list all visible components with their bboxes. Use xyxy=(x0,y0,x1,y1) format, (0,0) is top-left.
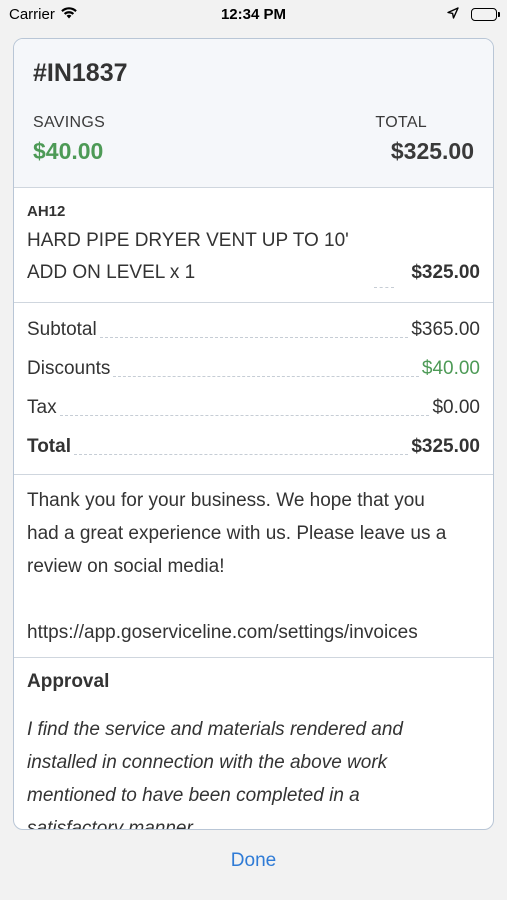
discounts-label: Discounts xyxy=(27,358,111,379)
invoice-settings-link[interactable]: https://app.goserviceline.com/settings/i… xyxy=(27,616,480,649)
dotted-leader xyxy=(73,454,409,455)
line-item-amount: $325.00 xyxy=(411,262,480,283)
location-arrow-icon xyxy=(447,6,459,23)
divider xyxy=(14,474,493,475)
clock: 12:34 PM xyxy=(220,6,287,23)
battery-icon xyxy=(471,8,500,21)
invoice-card: #IN1837 SAVINGS $40.00 TOTAL $325.00 AH1… xyxy=(13,38,494,830)
approval-line: mentioned to have been completed in a xyxy=(27,785,360,806)
tax-value: $0.00 xyxy=(432,397,480,418)
savings-value: $40.00 xyxy=(33,138,104,164)
line-item-leader xyxy=(374,287,394,288)
approval-line: I find the service and materials rendere… xyxy=(27,719,403,740)
line-item-description: HARD PIPE DRYER VENT UP TO 10' xyxy=(27,230,349,251)
summary-total-value: $325.00 xyxy=(411,436,480,457)
message-line: review on social media! xyxy=(27,556,225,577)
total-value: $325.00 xyxy=(390,138,474,164)
invoice-number: #IN1837 xyxy=(33,59,128,87)
subtotal-label: Subtotal xyxy=(27,319,97,340)
done-button[interactable]: Done xyxy=(0,850,507,872)
dotted-leader xyxy=(99,337,409,338)
thank-you-message: Thank you for your business. We hope tha… xyxy=(27,484,480,649)
approval-title: Approval xyxy=(27,671,110,692)
divider xyxy=(14,657,493,658)
message-line: had a great experience with us. Please l… xyxy=(27,523,447,544)
tax-label: Tax xyxy=(27,397,57,418)
discounts-row: Discounts $40.00 xyxy=(27,352,480,380)
tax-row: Tax $0.00 xyxy=(27,391,480,419)
total-label: TOTAL xyxy=(375,114,427,131)
status-bar: Carrier 12:34 PM xyxy=(0,0,507,30)
approval-text: I find the service and materials rendere… xyxy=(27,713,477,830)
savings-label: SAVINGS xyxy=(33,114,106,131)
message-line: Thank you for your business. We hope tha… xyxy=(27,490,425,511)
divider xyxy=(14,302,493,303)
subtotal-row: Subtotal $365.00 xyxy=(27,313,480,341)
approval-line: satisfactory manner xyxy=(27,818,193,830)
dotted-leader xyxy=(113,376,419,377)
dotted-leader xyxy=(59,415,430,416)
invoice-header: #IN1837 SAVINGS $40.00 TOTAL $325.00 xyxy=(14,39,493,187)
discounts-value: $40.00 xyxy=(421,358,480,379)
total-row: Total $325.00 xyxy=(27,430,480,458)
approval-line: installed in connection with the above w… xyxy=(27,752,388,773)
line-item-code: AH12 xyxy=(27,203,66,220)
subtotal-value: $365.00 xyxy=(411,319,480,340)
divider xyxy=(14,187,493,188)
line-item-quantity: ADD ON LEVEL x 1 xyxy=(27,262,196,283)
summary-total-label: Total xyxy=(27,436,71,457)
